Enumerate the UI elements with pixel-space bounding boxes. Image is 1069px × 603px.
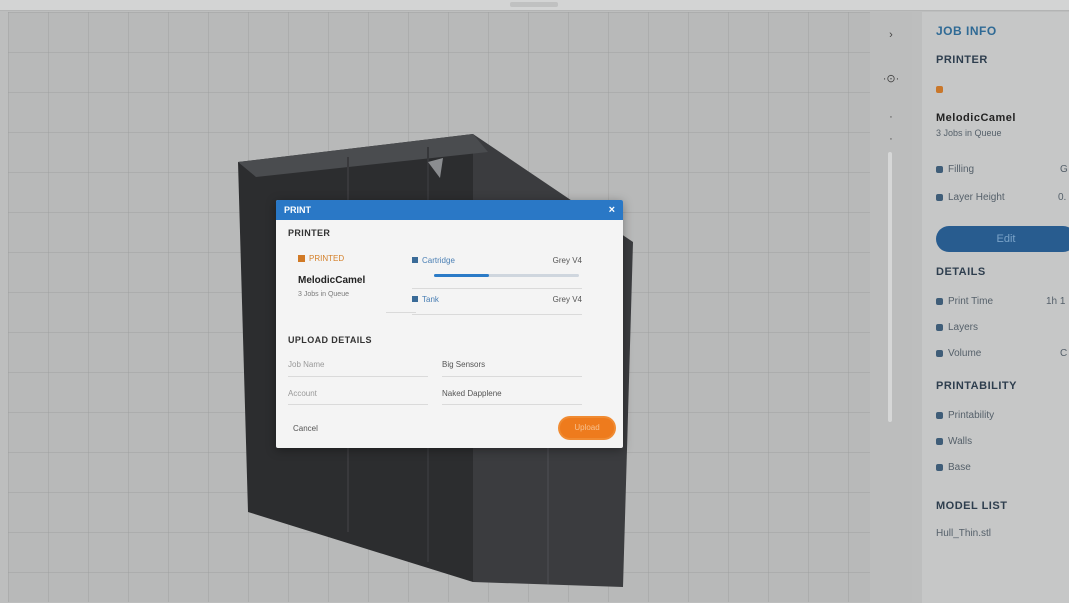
printer-status-tag: PRINTED: [298, 254, 344, 263]
window-handle[interactable]: [510, 2, 558, 7]
material-tank[interactable]: Tank Grey V4: [412, 295, 582, 309]
dialog-header: PRINT ×: [276, 200, 623, 220]
job-info-panel: JOB INFO PRINTER MelodicCamel 3 Jobs in …: [922, 12, 1069, 603]
printability-heading: PRINTABILITY: [936, 380, 1017, 392]
upload-details-heading: UPLOAD DETAILS: [288, 335, 372, 345]
thumbs-up-icon: [936, 437, 943, 445]
job-info-title: JOB INFO: [936, 24, 997, 38]
divider: [288, 404, 428, 405]
layers-icon: [936, 323, 943, 331]
view-cube-icon[interactable]: ·⊙·: [880, 70, 902, 88]
printability-item[interactable]: Printability: [936, 410, 994, 421]
divider: [386, 312, 416, 313]
side-field-layer-height: Layer Height: [936, 192, 1005, 203]
detail-print-time-value: 1h 1: [1046, 296, 1066, 307]
collapse-chevron-icon[interactable]: ›: [880, 26, 902, 44]
divider: [442, 404, 582, 405]
model-list-item[interactable]: Hull_Thin.stl: [936, 528, 991, 539]
dialog-title: PRINT: [284, 205, 311, 215]
dialog-printer-heading: PRINTER: [288, 228, 331, 238]
filling-icon: [936, 165, 943, 173]
side-field-layer-height-value: 0.: [1058, 192, 1067, 203]
zoom-out-icon[interactable]: ·: [880, 130, 902, 148]
clock-icon: [936, 297, 943, 305]
printability-walls[interactable]: Walls: [936, 436, 972, 447]
side-printer-name: MelodicCamel: [936, 112, 1016, 124]
detail-volume-value: C: [1060, 348, 1068, 359]
detail-print-time: Print Time: [936, 296, 993, 307]
printer-icon: [936, 85, 943, 93]
detail-layers: Layers: [936, 322, 978, 333]
print-dialog: PRINT × PRINTER PRINTED MelodicCamel 3 J…: [276, 200, 623, 448]
cartridge-value: Grey V4: [552, 256, 582, 265]
side-printer-tag: [936, 84, 948, 95]
cancel-button[interactable]: Cancel: [293, 424, 318, 433]
top-bar: [0, 0, 1069, 11]
details-heading: DETAILS: [936, 266, 986, 278]
detail-volume: Volume: [936, 348, 981, 359]
cartridge-progress-fill: [434, 274, 490, 277]
side-field-filling-value: G: [1060, 164, 1068, 175]
job-name-label[interactable]: Job Name: [288, 360, 324, 369]
divider: [412, 288, 582, 289]
close-icon[interactable]: ×: [609, 200, 615, 220]
view-controls: › ·⊙· · ·: [870, 12, 912, 602]
volume-icon: [936, 349, 943, 357]
divider: [412, 314, 582, 315]
account-label[interactable]: Account: [288, 389, 317, 398]
job-name-input[interactable]: Big Sensors: [442, 360, 485, 369]
printer-queue: 3 Jobs in Queue: [298, 291, 349, 298]
side-printer-sub: 3 Jobs in Queue: [936, 128, 1002, 138]
printability-base[interactable]: Base: [936, 462, 971, 473]
model-list-heading: MODEL LIST: [936, 500, 1008, 512]
side-field-filling: Filling: [936, 164, 974, 175]
account-select[interactable]: Naked Dapplene: [442, 389, 502, 398]
layer-height-icon: [936, 193, 943, 201]
edit-button[interactable]: Edit: [936, 226, 1069, 252]
divider: [288, 376, 428, 377]
divider: [442, 376, 582, 377]
layer-slider[interactable]: [888, 152, 892, 422]
cartridge-icon: [412, 257, 418, 263]
upload-button[interactable]: Upload: [560, 418, 614, 438]
printer-icon: [298, 255, 305, 262]
thumbs-up-icon: [936, 463, 943, 471]
cartridge-progress: [434, 274, 579, 277]
tank-value: Grey V4: [552, 295, 582, 304]
tank-icon: [412, 296, 418, 302]
side-printer-heading: PRINTER: [936, 54, 988, 66]
zoom-in-icon[interactable]: ·: [880, 108, 902, 126]
material-cartridge[interactable]: Cartridge Grey V4: [412, 256, 582, 270]
thumbs-up-icon: [936, 411, 943, 419]
printer-name[interactable]: MelodicCamel: [298, 275, 365, 286]
